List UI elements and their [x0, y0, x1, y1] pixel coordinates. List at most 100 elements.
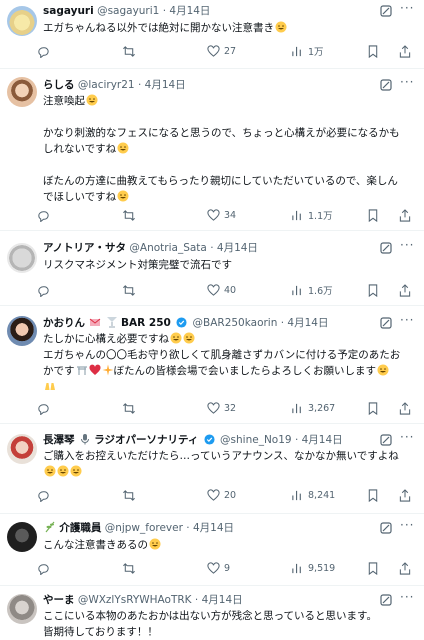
views-button[interactable]: 1.6万 — [291, 282, 333, 298]
user-handle[interactable]: @njpw_forever — [105, 522, 183, 534]
user-handle[interactable]: @shine_No19 — [220, 434, 292, 446]
post-date[interactable]: 4月14日 — [193, 522, 234, 534]
post-date[interactable]: 4月14日 — [145, 79, 186, 91]
display-name[interactable]: やーま — [43, 594, 75, 606]
retweet-button[interactable] — [122, 487, 136, 503]
avatar[interactable] — [7, 6, 37, 36]
grok-icon[interactable] — [380, 594, 392, 606]
views-button[interactable]: 1万 — [291, 43, 324, 59]
retweet-button[interactable] — [122, 207, 136, 223]
grok-icon[interactable] — [380, 317, 392, 329]
like-button[interactable]: 20 — [207, 487, 236, 503]
retweet-button[interactable] — [122, 43, 136, 59]
user-handle[interactable]: @BAR250kaorin — [193, 317, 278, 329]
more-icon[interactable]: ··· — [400, 239, 414, 253]
grok-icon[interactable] — [380, 434, 392, 446]
share-button[interactable] — [399, 560, 411, 576]
post-date[interactable]: 4月14日 — [217, 242, 258, 254]
reply-button[interactable] — [37, 282, 50, 298]
bookmark-button[interactable] — [367, 487, 379, 503]
tweet-post[interactable]: らしる @laciryr21 · 4月14日 ··· 注意喚起 かなり刺激的なフ… — [0, 69, 424, 231]
more-icon[interactable]: ··· — [400, 431, 414, 445]
display-name[interactable]: らしる — [43, 79, 75, 91]
grok-icon[interactable] — [380, 242, 392, 254]
verified-badge-icon[interactable] — [176, 317, 187, 328]
views-button[interactable]: 1.1万 — [291, 207, 333, 223]
display-name-suffix[interactable]: ラジオパーソナリティ — [94, 434, 198, 446]
bookmark-button[interactable] — [367, 282, 379, 298]
separator-dot: · — [186, 522, 190, 534]
display-name[interactable]: かおりん — [43, 317, 85, 329]
retweet-button[interactable] — [122, 282, 136, 298]
like-button[interactable]: 34 — [207, 207, 236, 223]
more-icon[interactable]: ··· — [400, 591, 414, 605]
bookmark-button[interactable] — [367, 560, 379, 576]
post-text-line: でほしいですね — [43, 191, 117, 203]
like-button[interactable]: 32 — [207, 400, 236, 416]
like-button[interactable]: 40 — [207, 282, 236, 298]
more-icon[interactable]: ··· — [400, 76, 414, 90]
reply-button[interactable] — [37, 400, 50, 416]
user-handle[interactable]: @sagayuri1 — [97, 5, 159, 17]
retweet-button[interactable] — [122, 400, 136, 416]
display-name[interactable]: sagayuri — [43, 5, 94, 17]
like-button[interactable]: 27 — [207, 43, 236, 59]
share-button[interactable] — [399, 400, 411, 416]
views-button[interactable]: 8,241 — [291, 487, 335, 503]
views-icon — [292, 403, 301, 413]
grin-sweat-emoji-icon — [117, 142, 129, 154]
avatar[interactable] — [7, 243, 37, 273]
share-button[interactable] — [399, 487, 411, 503]
avatar[interactable] — [7, 316, 37, 346]
bookmark-button[interactable] — [367, 43, 379, 59]
reply-button[interactable] — [37, 207, 50, 223]
share-icon — [399, 401, 411, 415]
tweet-post[interactable]: 長澤琴 ラジオパーソナリティ @shine_No19 · 4月14日 ··· ご… — [0, 424, 424, 514]
avatar[interactable] — [7, 594, 37, 624]
reply-button[interactable] — [37, 487, 50, 503]
post-date[interactable]: 4月14日 — [302, 434, 343, 446]
avatar[interactable] — [7, 77, 37, 107]
tweet-post[interactable]: アノトリア・サタ @Anotria_Sata · 4月14日 ··· リスクマネ… — [0, 231, 424, 306]
user-handle[interactable]: @WXzlYsRYWHAoTRK — [78, 594, 192, 606]
verified-badge-icon[interactable] — [204, 434, 215, 445]
share-button[interactable] — [399, 282, 411, 298]
tweet-post[interactable]: かおりん BAR 250 @BAR250kaorin · 4月14日 ··· た… — [0, 306, 424, 424]
views-button[interactable]: 3,267 — [291, 400, 335, 416]
post-date[interactable]: 4月14日 — [202, 594, 243, 606]
reply-button[interactable] — [37, 43, 50, 59]
views-button[interactable]: 9,519 — [291, 560, 335, 576]
tweet-post[interactable]: 介護職員 @njpw_forever · 4月14日 ··· こんな注意書きある… — [0, 514, 424, 586]
reply-button[interactable] — [37, 560, 50, 576]
more-icon[interactable]: ··· — [400, 314, 414, 328]
tweet-post[interactable]: やーま @WXzlYsRYWHAoTRK · 4月14日 ··· ここにいる本物… — [0, 586, 424, 640]
share-button[interactable] — [399, 43, 411, 59]
share-button[interactable] — [399, 207, 411, 223]
post-text-line: かです — [43, 365, 75, 377]
grok-icon[interactable] — [380, 522, 392, 534]
retweet-button[interactable] — [122, 560, 136, 576]
bookmark-button[interactable] — [367, 400, 379, 416]
bookmark-button[interactable] — [367, 207, 379, 223]
display-name-suffix[interactable]: BAR 250 — [121, 317, 171, 329]
bookmark-icon — [368, 488, 378, 502]
avatar[interactable] — [7, 522, 37, 552]
display-name[interactable]: 介護職員 — [59, 522, 101, 534]
reply-icon — [38, 490, 49, 502]
grok-icon[interactable] — [380, 5, 392, 17]
more-icon[interactable]: ··· — [400, 2, 414, 16]
tweet-post[interactable]: sagayuri @sagayuri1 · 4月14日 ··· エガちゃんねる以… — [0, 0, 424, 69]
avatar[interactable] — [7, 434, 37, 464]
display-name[interactable]: 長澤琴 — [43, 434, 75, 446]
post-date[interactable]: 4月14日 — [169, 5, 210, 17]
post-date[interactable]: 4月14日 — [287, 317, 328, 329]
grok-icon[interactable] — [380, 79, 392, 91]
display-name[interactable]: アノトリア・サタ — [43, 242, 126, 254]
user-handle[interactable]: @Anotria_Sata — [129, 242, 206, 254]
user-handle[interactable]: @laciryr21 — [78, 79, 135, 91]
like-button[interactable]: 9 — [207, 560, 230, 576]
view-count: 1万 — [308, 47, 324, 58]
post-actions: 20 8,241 — [37, 487, 416, 503]
love-letter-emoji-icon — [90, 318, 101, 326]
more-icon[interactable]: ··· — [400, 519, 414, 533]
